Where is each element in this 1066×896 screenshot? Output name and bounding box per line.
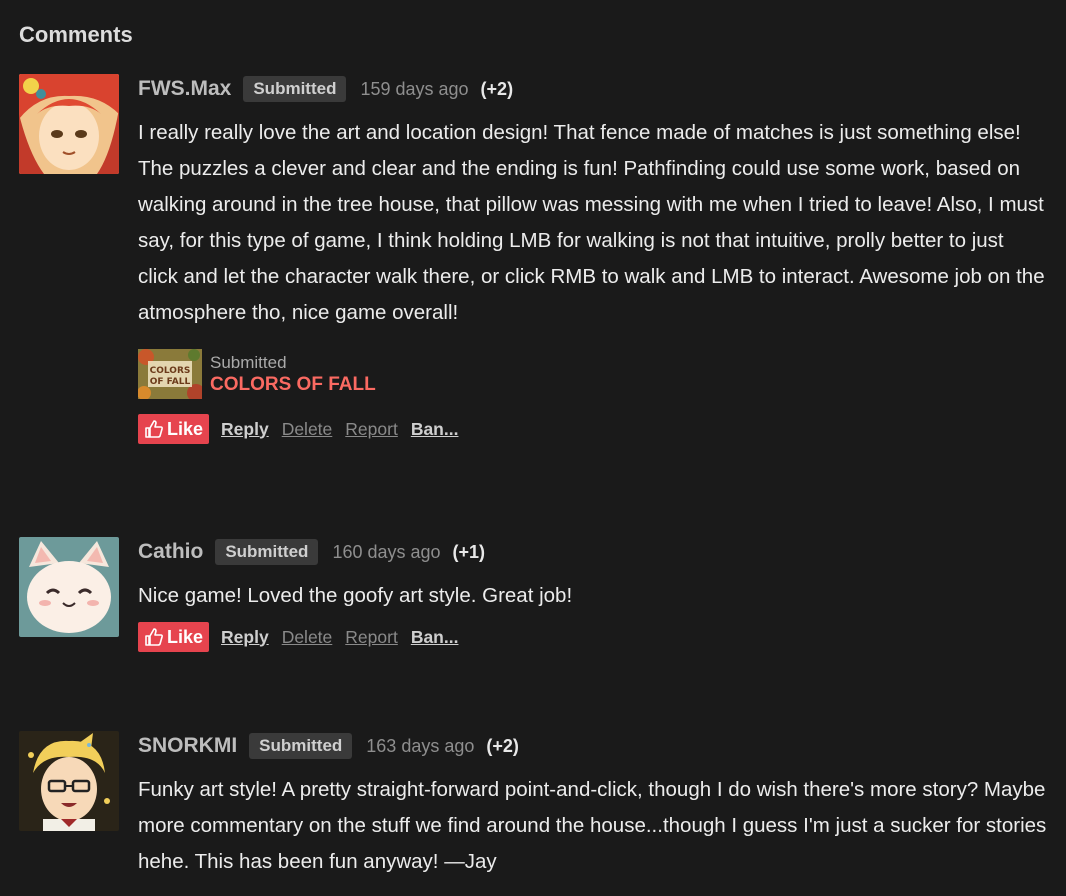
comment-date[interactable]: 163 days ago: [366, 736, 474, 757]
submitted-badge: Submitted: [243, 76, 347, 102]
reply-link[interactable]: Reply: [221, 419, 269, 440]
comment-body: Cathio Submitted 160 days ago (+1) Nice …: [138, 537, 1048, 652]
thumb-text-2: OF FALL: [150, 377, 191, 387]
comments-heading: Comments: [19, 22, 133, 47]
comments-page: Comments FWS.Max Submitted 159 days ago …: [0, 0, 1066, 896]
like-button[interactable]: Like: [138, 622, 210, 652]
submission-link[interactable]: COLORS OF FALL Submitted COLORS OF FALL: [138, 349, 1048, 399]
comment-date[interactable]: 159 days ago: [360, 79, 468, 100]
avatar[interactable]: [19, 731, 119, 831]
comment-body: FWS.Max Submitted 159 days ago (+2) I re…: [138, 74, 1048, 444]
thumbs-up-icon: [145, 420, 163, 438]
submission-thumbnail[interactable]: COLORS OF FALL: [138, 349, 202, 399]
ban-link[interactable]: Ban...: [411, 627, 459, 648]
like-label: Like: [167, 418, 204, 439]
delete-link[interactable]: Delete: [282, 627, 333, 648]
comment-text: I really really love the art and locatio…: [138, 121, 1045, 324]
ban-link[interactable]: Ban...: [411, 419, 459, 440]
author-name[interactable]: Cathio: [138, 540, 203, 564]
submission-label: Submitted: [210, 353, 287, 372]
submission-title[interactable]: COLORS OF FALL: [210, 374, 376, 396]
vote-count: (+1): [452, 541, 486, 562]
comment-text: Nice game! Loved the goofy art style. Gr…: [138, 584, 573, 607]
comment-actions: Like Reply Delete Report Ban...: [138, 414, 1048, 444]
comment-header: Cathio Submitted 160 days ago (+1): [138, 537, 1048, 567]
comment-date[interactable]: 160 days ago: [332, 542, 440, 563]
comment-body: SNORKMI Submitted 163 days ago (+2) Funk…: [138, 731, 1048, 880]
vote-count: (+2): [480, 78, 514, 99]
comment-header: FWS.Max Submitted 159 days ago (+2): [138, 74, 1048, 104]
comment-header: SNORKMI Submitted 163 days ago (+2): [138, 731, 1048, 761]
report-link[interactable]: Report: [345, 419, 398, 440]
like-button[interactable]: Like: [138, 414, 210, 444]
thumb-text-1: COLORS: [150, 366, 191, 376]
submission-info: Submitted COLORS OF FALL: [210, 352, 376, 396]
delete-link[interactable]: Delete: [282, 419, 333, 440]
author-name[interactable]: FWS.Max: [138, 77, 231, 101]
report-link[interactable]: Report: [345, 627, 398, 648]
submitted-badge: Submitted: [249, 733, 353, 759]
comment-actions: Like Reply Delete Report Ban...: [138, 622, 1048, 652]
comment-text: Funky art style! A pretty straight-forwa…: [138, 778, 1047, 873]
reply-link[interactable]: Reply: [221, 627, 269, 648]
avatar[interactable]: [19, 74, 119, 174]
thumbs-up-icon: [145, 628, 163, 646]
like-label: Like: [167, 626, 204, 647]
submitted-badge: Submitted: [215, 539, 319, 565]
vote-count: (+2): [486, 735, 519, 756]
author-name[interactable]: SNORKMI: [138, 734, 237, 758]
avatar[interactable]: [19, 537, 119, 637]
